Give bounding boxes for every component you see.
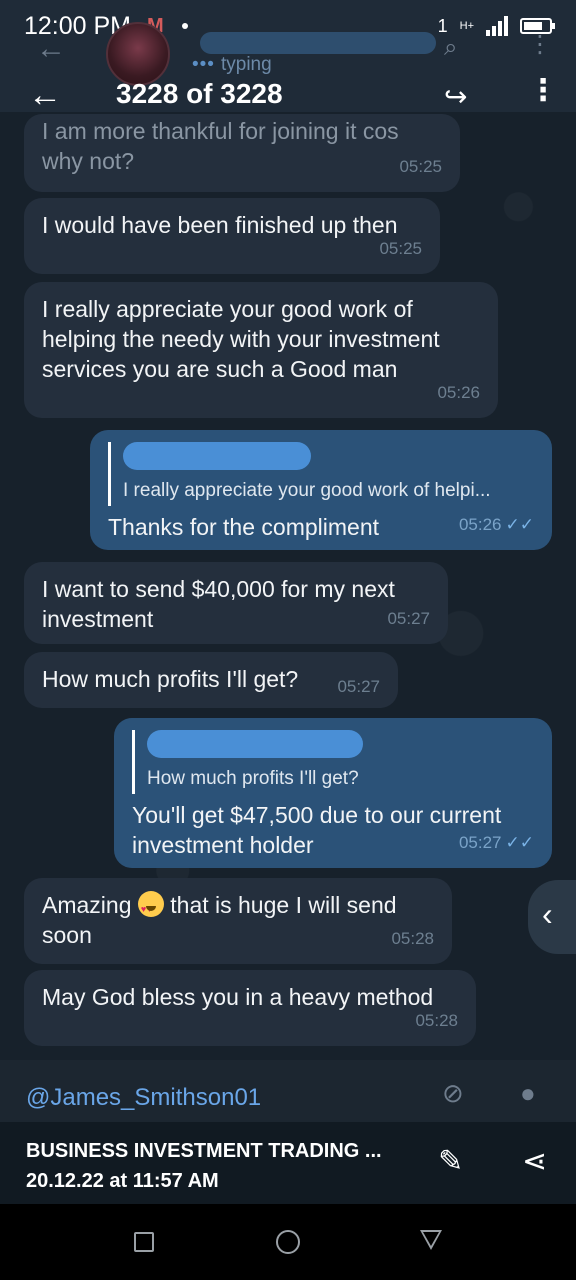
- message-text: How much profits I'll get?: [42, 666, 299, 692]
- back-button[interactable]: [420, 1230, 442, 1250]
- recents-button[interactable]: [134, 1232, 154, 1252]
- mention-link[interactable]: @James_Smithson01: [26, 1084, 261, 1112]
- message-time: 05:27 ✓✓: [458, 833, 535, 852]
- redacted-reply-name: [147, 730, 363, 758]
- message-bubble-outgoing[interactable]: How much profits I'll get? You'll get $4…: [114, 718, 552, 868]
- media-counter: 3228 of 3228: [116, 78, 283, 109]
- reply-quote[interactable]: How much profits I'll get?: [132, 730, 534, 794]
- message-text: I am more thankful for joining it cos wh…: [42, 118, 399, 174]
- message-text: I would have been finished up then: [42, 212, 398, 238]
- network-type: H+: [459, 20, 474, 32]
- chat-area[interactable]: I am more thankful for joining it cos wh…: [0, 112, 576, 1060]
- back-arrow-icon[interactable]: ←: [28, 76, 62, 115]
- message-time: 05:26: [437, 383, 480, 402]
- share-icon[interactable]: ⋖: [522, 1144, 547, 1179]
- more-vert-icon[interactable]: ⋮: [528, 76, 558, 106]
- reply-quote[interactable]: I really appreciate your good work of he…: [108, 442, 534, 506]
- caption-title: BUSINESS INVESTMENT TRADING ...: [26, 1140, 382, 1162]
- chat-more-icon[interactable]: ⋮: [528, 30, 552, 59]
- message-bubble-outgoing[interactable]: I really appreciate your good work of he…: [90, 430, 552, 550]
- redacted-name: [200, 32, 436, 54]
- signal-icon: [486, 16, 508, 36]
- message-time: 05:28: [391, 929, 434, 948]
- message-text: May God bless you in a heavy method: [42, 984, 434, 1010]
- message-time: 05:28: [415, 1011, 458, 1030]
- message-bubble[interactable]: I am more thankful for joining it cos wh…: [24, 114, 460, 192]
- read-ticks-icon: ✓✓: [505, 515, 535, 534]
- message-bubble[interactable]: May God bless you in a heavy method 05:2…: [24, 970, 476, 1046]
- message-bubble[interactable]: I really appreciate your good work of he…: [24, 282, 498, 418]
- message-bubble[interactable]: Amazing that is huge I will send soon 05…: [24, 878, 452, 964]
- scroll-button[interactable]: ‹: [528, 880, 576, 954]
- message-time: 05:25: [399, 157, 442, 176]
- read-ticks-icon: ✓✓: [505, 833, 535, 852]
- message-text: I want to send $40,000 for my next inves…: [42, 576, 395, 632]
- chevron-left-icon: ‹: [542, 896, 553, 932]
- message-time: 05:25: [379, 239, 422, 258]
- message-text: I really appreciate your good work of he…: [42, 296, 440, 382]
- brush-icon[interactable]: ✎: [438, 1144, 463, 1179]
- reply-text: How much profits I'll get?: [147, 768, 359, 789]
- message-bubble[interactable]: I want to send $40,000 for my next inves…: [24, 562, 448, 644]
- home-button[interactable]: [276, 1230, 300, 1254]
- notification-dot-icon: [181, 23, 188, 29]
- message-time: 05:27: [337, 677, 380, 696]
- forward-icon[interactable]: ↪: [444, 80, 467, 113]
- message-bubble[interactable]: I would have been finished up then 05:25: [24, 198, 440, 274]
- message-time: 05:26 ✓✓: [458, 515, 535, 534]
- message-time: 05:27: [387, 609, 430, 628]
- message-text: Amazing that is huge I will send soon: [42, 890, 442, 950]
- caption-date: 20.12.22 at 11:57 AM: [26, 1170, 219, 1192]
- reply-text: I really appreciate your good work of he…: [123, 480, 491, 501]
- message-bubble[interactable]: How much profits I'll get? 05:27: [24, 652, 398, 708]
- heart-eyes-emoji-icon: [137, 891, 164, 924]
- paperclip-icon[interactable]: ⊘: [442, 1078, 464, 1109]
- mic-icon[interactable]: ●: [520, 1078, 536, 1109]
- redacted-reply-name: [123, 442, 311, 470]
- chat-back-icon: ←: [36, 32, 66, 65]
- search-icon[interactable]: ⌕: [444, 34, 457, 62]
